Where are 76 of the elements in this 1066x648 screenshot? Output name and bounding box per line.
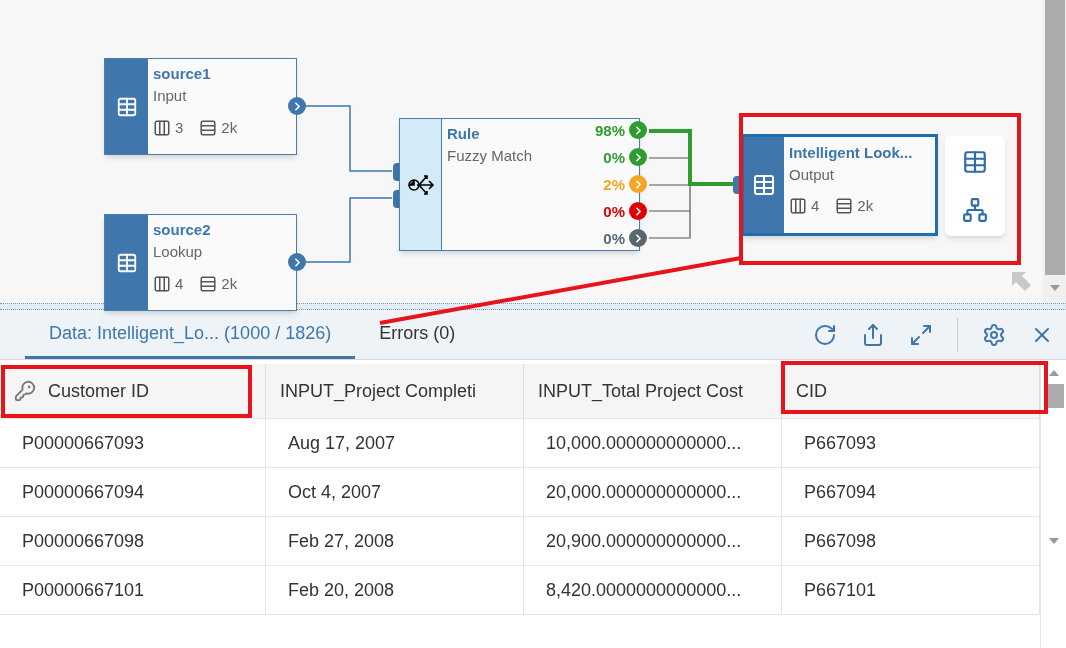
table-icon[interactable] xyxy=(962,149,988,175)
node-subtitle: Lookup xyxy=(153,242,204,262)
column-label: INPUT_Total Project Cost xyxy=(538,379,744,404)
row-count: 2k xyxy=(857,196,874,216)
table-cell: Oct 4, 2007 xyxy=(266,468,524,516)
table-cell: P667094 xyxy=(782,468,1040,516)
scrollbar[interactable] xyxy=(1043,0,1066,303)
table-cell: Aug 17, 2007 xyxy=(266,419,524,467)
output-port[interactable] xyxy=(288,97,306,115)
node-subtitle: Fuzzy Match xyxy=(447,146,534,166)
column-header[interactable]: CID xyxy=(782,364,1040,418)
node-title: source2 xyxy=(153,220,212,240)
output-port[interactable] xyxy=(629,148,647,166)
table-cell: 8,420.0000000000000... xyxy=(524,566,782,614)
input-port[interactable] xyxy=(393,163,399,181)
table-cell: Feb 27, 2008 xyxy=(266,517,524,565)
input-port[interactable] xyxy=(393,190,399,208)
match-percent: 98% xyxy=(594,121,625,140)
table-cell: 20,000.000000000000... xyxy=(524,468,782,516)
column-count: 4 xyxy=(811,196,820,216)
node-title: source1 xyxy=(153,64,212,84)
rows-icon xyxy=(835,197,854,216)
column-label: INPUT_Project Completi xyxy=(280,379,477,404)
rows-icon xyxy=(199,275,218,294)
split-arrows-icon xyxy=(406,172,435,197)
table-cell: P00000667101 xyxy=(0,566,266,614)
settings-icon[interactable] xyxy=(982,322,1006,347)
table-cell: Feb 20, 2008 xyxy=(266,566,524,614)
column-label: Customer ID xyxy=(48,379,150,403)
refresh-icon[interactable] xyxy=(813,322,837,347)
output-port[interactable] xyxy=(629,121,647,139)
columns-icon xyxy=(153,119,171,138)
column-header[interactable]: INPUT_Total Project Cost xyxy=(524,364,782,418)
node-title: Rule xyxy=(447,124,481,144)
output-port[interactable] xyxy=(629,229,647,247)
tree-icon[interactable] xyxy=(962,197,988,223)
node-subtitle: Output xyxy=(789,165,836,185)
column-header[interactable]: INPUT_Project Completi xyxy=(266,364,524,418)
table-icon xyxy=(115,95,138,118)
table-cell: P667101 xyxy=(782,566,1040,614)
table-cell: P667093 xyxy=(782,419,1040,467)
column-label: CID xyxy=(796,379,827,403)
row-count: 2k xyxy=(221,118,238,138)
column-header[interactable]: Customer ID xyxy=(0,364,266,418)
match-percent: 2% xyxy=(603,175,625,194)
table-cell: P667098 xyxy=(782,517,1040,565)
table-cell: P00000667094 xyxy=(0,468,266,516)
table-cell: 20,900.000000000000... xyxy=(524,517,782,565)
match-percent: 0% xyxy=(603,148,625,167)
row-count: 2k xyxy=(221,274,238,294)
column-count: 3 xyxy=(175,118,184,138)
expand-icon[interactable] xyxy=(909,322,933,347)
scrollbar[interactable] xyxy=(1040,360,1066,648)
panel-tab[interactable]: Errors (0) xyxy=(355,310,480,359)
source-node[interactable]: source2 Lookup 4 2k xyxy=(104,214,297,311)
table-icon xyxy=(115,251,138,274)
node-subtitle: Input xyxy=(153,86,188,106)
share-icon[interactable] xyxy=(861,322,885,347)
match-percent: 0% xyxy=(603,229,625,248)
table-cell: P00000667098 xyxy=(0,517,266,565)
table-cell: P00000667093 xyxy=(0,419,266,467)
input-port[interactable] xyxy=(733,176,740,194)
output-port[interactable] xyxy=(288,253,306,271)
source-node[interactable]: source1 Input 3 2k xyxy=(104,58,297,155)
table-cell: 10,000.000000000000... xyxy=(524,419,782,467)
output-node[interactable]: Intelligent Look... Output 4 2k xyxy=(741,134,938,236)
columns-icon xyxy=(789,197,807,216)
panel-tab[interactable]: Data: Intelligent_Lo... (1000 / 1826) xyxy=(25,310,356,359)
match-percent: 0% xyxy=(603,202,625,221)
key-icon xyxy=(14,380,36,402)
node-title: Intelligent Look... xyxy=(789,143,914,163)
tables-icon xyxy=(752,173,776,197)
column-count: 4 xyxy=(175,274,184,294)
columns-icon xyxy=(153,275,171,294)
output-port[interactable] xyxy=(629,202,647,220)
rows-icon xyxy=(199,119,218,138)
